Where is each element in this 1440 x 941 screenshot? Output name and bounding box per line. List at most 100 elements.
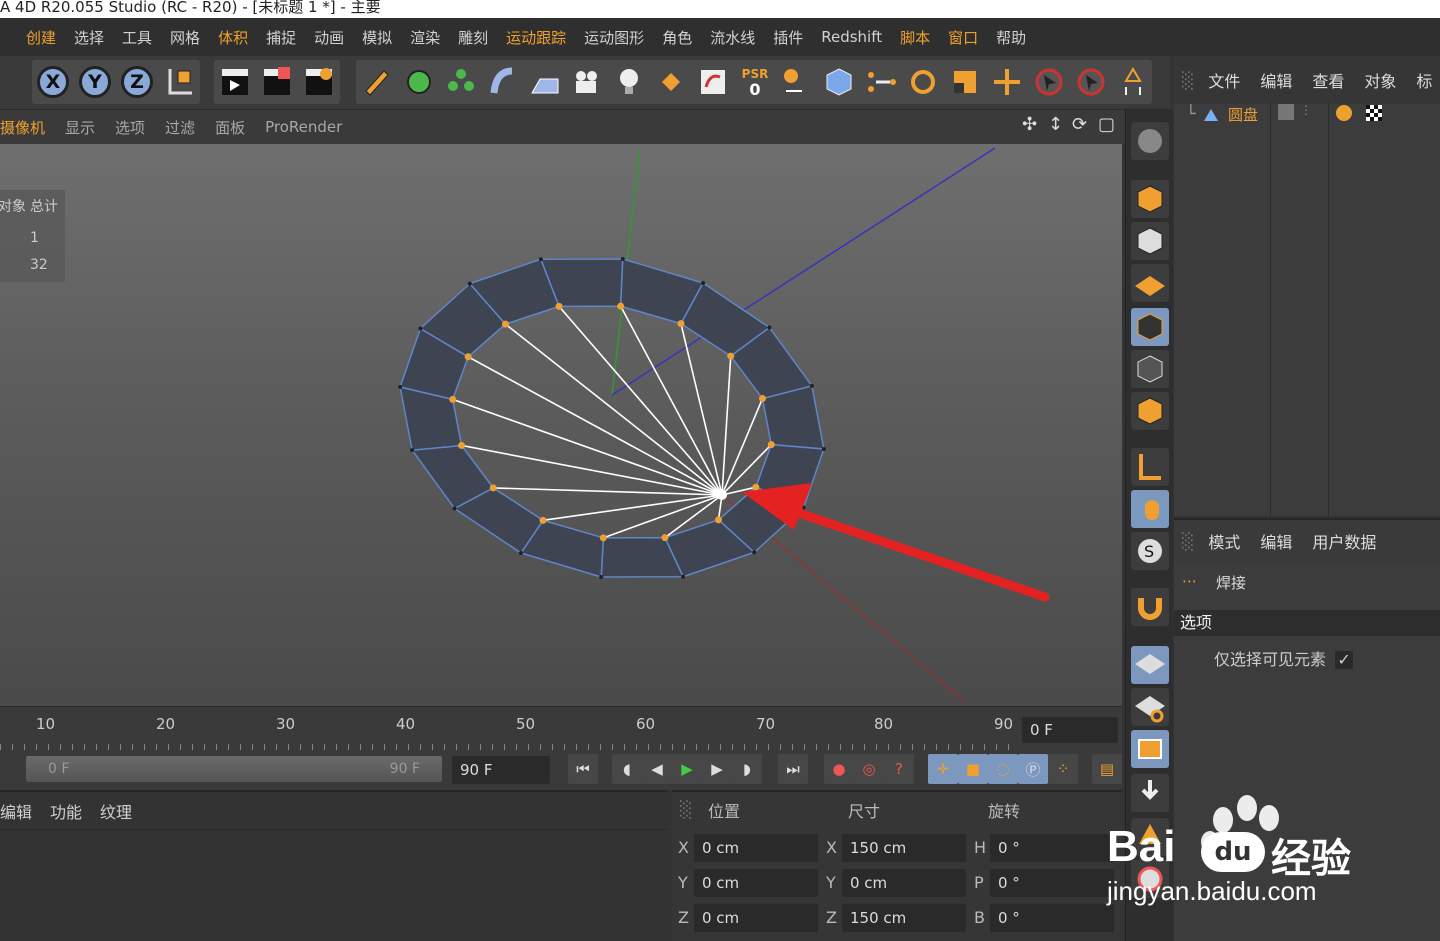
mesh-point[interactable] — [452, 506, 457, 511]
previous-frame-button[interactable]: ◀ — [642, 754, 672, 784]
previous-key-button[interactable]: ◖ — [612, 754, 642, 784]
mesh-point[interactable] — [599, 575, 604, 580]
mesh-point[interactable] — [398, 384, 403, 389]
selected-point[interactable] — [758, 395, 766, 403]
render-region-button[interactable] — [258, 62, 296, 102]
go-to-start-button[interactable]: ⏮ — [568, 754, 598, 784]
viewport-maximize-icon[interactable]: ▢ — [1098, 114, 1115, 135]
selected-point[interactable] — [464, 353, 472, 361]
viewport-solo-button[interactable] — [1131, 122, 1169, 160]
mesh-point[interactable] — [681, 574, 686, 579]
mesh-point[interactable] — [767, 325, 772, 330]
mesh-point[interactable] — [821, 447, 826, 452]
y-axis-lock-button[interactable]: Y — [76, 62, 114, 102]
size-z-field[interactable]: 150 cm — [842, 904, 966, 932]
key-move-button[interactable]: ✛ — [928, 754, 958, 784]
array-button[interactable] — [442, 62, 480, 102]
3d-viewport[interactable] — [0, 144, 1122, 706]
key-rotate-button[interactable]: ◌ — [988, 754, 1018, 784]
selected-point[interactable] — [767, 441, 775, 449]
key-scale-button[interactable]: ■ — [958, 754, 988, 784]
section-tab-options[interactable]: 选项 — [1174, 610, 1440, 636]
menu-simulate[interactable]: 模拟 — [362, 27, 392, 48]
workplane-mode-button[interactable] — [1131, 264, 1169, 302]
tweak-mode-button[interactable] — [1131, 490, 1169, 528]
rot-p-field[interactable]: 0 ° — [990, 869, 1114, 897]
autokey-button[interactable]: ◎ — [854, 754, 884, 784]
scene-button[interactable] — [1114, 62, 1152, 102]
menu-character[interactable]: 角色 — [662, 27, 692, 48]
selected-point[interactable] — [727, 352, 735, 360]
range-slider[interactable]: 0 F 90 F — [26, 756, 442, 782]
menu-animate[interactable]: 动画 — [314, 27, 344, 48]
timeline-window-button[interactable]: ▤ — [1092, 754, 1122, 784]
weld-tool-button[interactable] — [862, 62, 900, 102]
snap-button[interactable] — [1131, 588, 1169, 626]
visible-only-option[interactable]: 仅选择可见元素 ✓ — [1214, 646, 1354, 670]
selected-point[interactable] — [539, 516, 547, 524]
menu-render[interactable]: 渲染 — [410, 27, 440, 48]
selected-point[interactable] — [661, 534, 669, 542]
am-menu-edit[interactable]: 编辑 — [1260, 529, 1292, 553]
selected-point[interactable] — [599, 534, 607, 542]
mesh-point[interactable] — [467, 281, 472, 286]
key-pla-button[interactable]: ⁘ — [1048, 754, 1078, 784]
mesh-point[interactable] — [809, 383, 814, 388]
selected-point[interactable] — [752, 483, 760, 491]
vp-menu-filter[interactable]: 过滤 — [165, 117, 195, 138]
disc-mesh[interactable] — [398, 256, 826, 580]
size-y-field[interactable]: 0 cm — [842, 869, 966, 897]
axis-mode-button[interactable] — [1131, 448, 1169, 486]
menu-window[interactable]: 窗口 — [948, 27, 978, 48]
menu-mograph[interactable]: 运动图形 — [584, 27, 644, 48]
menu-mesh[interactable]: 网格 — [170, 27, 200, 48]
viewport-dolly-icon[interactable]: ↕ — [1048, 114, 1063, 135]
om-menu-tags[interactable]: 标 — [1416, 68, 1432, 92]
phong-tag-icon[interactable] — [1336, 105, 1352, 121]
scale-tool-button[interactable] — [946, 62, 984, 102]
rot-b-field[interactable]: 0 ° — [990, 904, 1114, 932]
mm-menu-edit[interactable]: 编辑 — [0, 799, 32, 823]
pos-y-field[interactable]: 0 cm — [694, 869, 818, 897]
cube-button[interactable] — [820, 62, 858, 102]
selected-point[interactable] — [555, 302, 563, 310]
light-button[interactable] — [610, 62, 648, 102]
viewport-move-icon[interactable]: ✣ — [1022, 114, 1037, 135]
visibility-dots-icon[interactable]: ⋮ — [1300, 103, 1312, 117]
next-key-button[interactable]: ◗ — [732, 754, 762, 784]
points-mode-button[interactable] — [1131, 308, 1169, 346]
mesh-point[interactable] — [518, 551, 523, 556]
z-axis-lock-button[interactable]: Z — [118, 62, 156, 102]
welded-point[interactable] — [717, 490, 727, 500]
model-mode-button[interactable] — [1131, 180, 1169, 218]
keyframe-help-button[interactable]: ? — [884, 754, 914, 784]
play-button[interactable]: ▶ — [672, 754, 702, 784]
move-tool-button[interactable] — [988, 62, 1026, 102]
om-menu-object[interactable]: 对象 — [1364, 68, 1396, 92]
mesh-point[interactable] — [538, 257, 543, 262]
menu-tools[interactable]: 工具 — [122, 27, 152, 48]
selected-point[interactable] — [501, 320, 509, 328]
texture-mode-button[interactable] — [1131, 222, 1169, 260]
am-menu-userdata[interactable]: 用户数据 — [1312, 529, 1376, 553]
selected-point[interactable] — [617, 302, 625, 310]
mesh-point[interactable] — [418, 326, 423, 331]
axis-mode-button[interactable] — [778, 62, 816, 102]
window-button[interactable] — [1131, 730, 1169, 768]
mesh-point[interactable] — [752, 550, 757, 555]
selected-point[interactable] — [489, 484, 497, 492]
spline-pen-button[interactable] — [358, 62, 396, 102]
mm-menu-function[interactable]: 功能 — [50, 799, 82, 823]
object-row[interactable]: └ 圆盘 ⋮ — [1174, 102, 1440, 128]
solo-button[interactable]: S — [1131, 532, 1169, 570]
subdivision-button[interactable] — [400, 62, 438, 102]
pos-x-field[interactable]: 0 cm — [694, 834, 818, 862]
edges-mode-button[interactable] — [1131, 350, 1169, 388]
mesh-point[interactable] — [620, 256, 625, 261]
checker-tag-icon[interactable] — [1366, 105, 1382, 121]
camera-button[interactable] — [568, 62, 606, 102]
current-frame-field[interactable]: 0 F — [1022, 717, 1118, 743]
viewport-rotate-icon[interactable]: ⟳ — [1072, 114, 1087, 135]
selected-point[interactable] — [677, 320, 685, 328]
object-name[interactable]: 圆盘 — [1228, 104, 1258, 125]
